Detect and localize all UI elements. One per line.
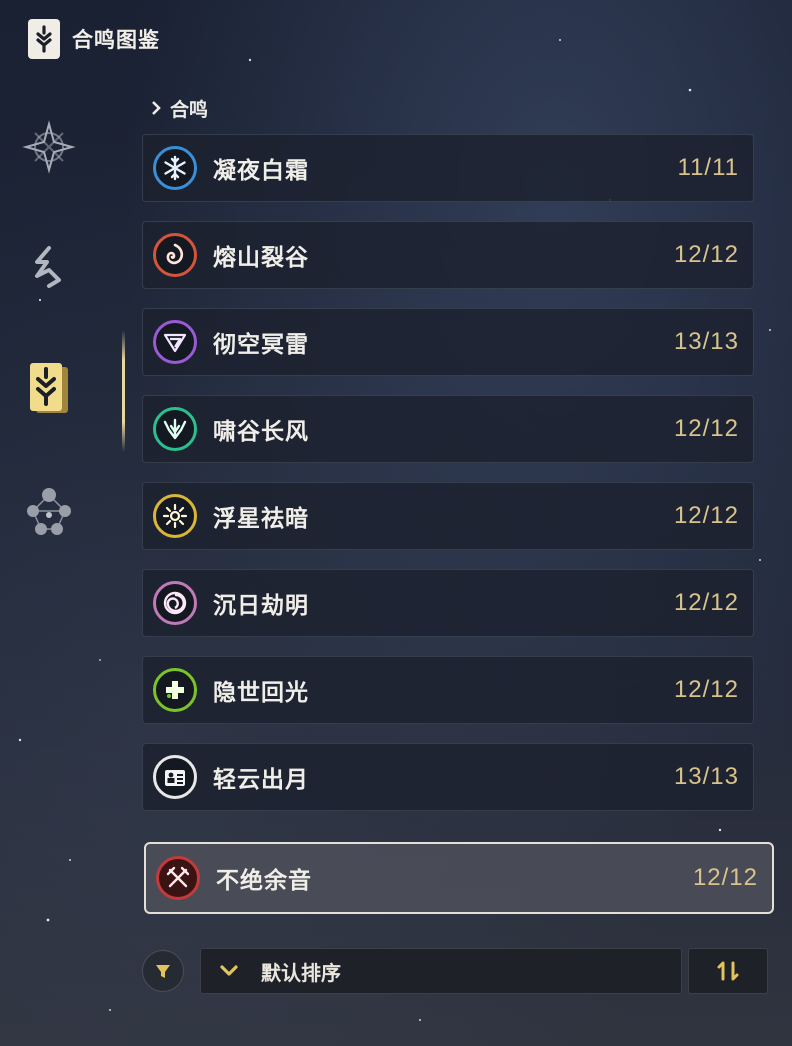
list-item[interactable]: 轻云出月 13/13	[142, 743, 754, 811]
list-item[interactable]: 浮星祛暗 12/12	[142, 482, 754, 550]
list-item[interactable]: 啸谷长风 12/12	[142, 395, 754, 463]
sidebar-item-echo[interactable]	[14, 232, 84, 302]
sonata-count: 12/12	[673, 415, 739, 442]
breadcrumb[interactable]: 合鸣	[150, 94, 208, 122]
sidebar-active-indicator	[122, 330, 125, 452]
snowflake-icon	[153, 146, 197, 190]
sonata-count: 13/13	[673, 328, 739, 355]
crossed-swords-icon	[156, 856, 200, 900]
filter-icon	[156, 965, 170, 978]
page-title: 合鸣图鉴	[72, 28, 160, 52]
sonata-name: 沉日劫明	[213, 593, 309, 619]
filter-button[interactable]	[142, 950, 184, 992]
sonata-count: 12/12	[673, 241, 739, 268]
heal-cross-icon	[153, 668, 197, 712]
node-network-icon	[27, 488, 71, 535]
sort-order-button[interactable]	[688, 948, 768, 994]
star-emblem-icon	[22, 120, 76, 174]
id-card-icon	[153, 755, 197, 799]
sonata-book-icon	[30, 363, 68, 413]
sonata-name: 轻云出月	[213, 767, 309, 793]
echo-shard-icon	[35, 246, 61, 288]
sonata-name: 啸谷长风	[213, 419, 309, 445]
sidebar-item-nodes[interactable]	[14, 476, 84, 546]
list-item[interactable]: 沉日劫明 12/12	[142, 569, 754, 637]
list-item-selected[interactable]: 不绝余音 12/12	[144, 842, 774, 914]
chevron-down-icon	[219, 961, 239, 981]
sonata-name: 熔山裂谷	[213, 245, 309, 271]
sonata-count: 13/13	[673, 763, 739, 790]
list-item[interactable]: 彻空冥雷 13/13	[142, 308, 754, 376]
sonata-count: 12/12	[673, 676, 739, 703]
list-item[interactable]: 凝夜白霜 11/11	[142, 134, 754, 202]
sort-dropdown[interactable]: 默认排序	[200, 948, 682, 994]
sun-star-icon	[153, 494, 197, 538]
sonata-name: 浮星祛暗	[213, 506, 309, 532]
sidebar-item-sonata[interactable]	[14, 354, 84, 424]
sort-controls: 默认排序	[142, 946, 772, 994]
flame-swirl-icon	[153, 233, 197, 277]
list-item[interactable]: 隐世回光 12/12	[142, 656, 754, 724]
sonata-count: 11/11	[677, 154, 739, 181]
vortex-icon	[153, 581, 197, 625]
sonata-count: 12/12	[692, 864, 758, 891]
lightning-icon	[153, 320, 197, 364]
sidebar-item-emblem[interactable]	[14, 112, 84, 182]
sonata-name: 不绝余音	[216, 868, 312, 894]
app-header: 合鸣图鉴	[28, 16, 160, 62]
sonata-name: 隐世回光	[213, 680, 309, 706]
list-item[interactable]: 熔山裂谷 12/12	[142, 221, 754, 289]
sonata-book-icon	[28, 19, 60, 59]
sort-order-icon	[717, 961, 739, 981]
wind-wings-icon	[153, 407, 197, 451]
sonata-count: 12/12	[673, 502, 739, 529]
sonata-name: 彻空冥雷	[213, 332, 309, 358]
breadcrumb-label: 合鸣	[170, 98, 209, 121]
sonata-count: 12/12	[673, 589, 739, 616]
sonata-name: 凝夜白霜	[213, 158, 309, 184]
chevron-right-icon	[152, 101, 161, 115]
sort-label: 默认排序	[261, 960, 341, 985]
